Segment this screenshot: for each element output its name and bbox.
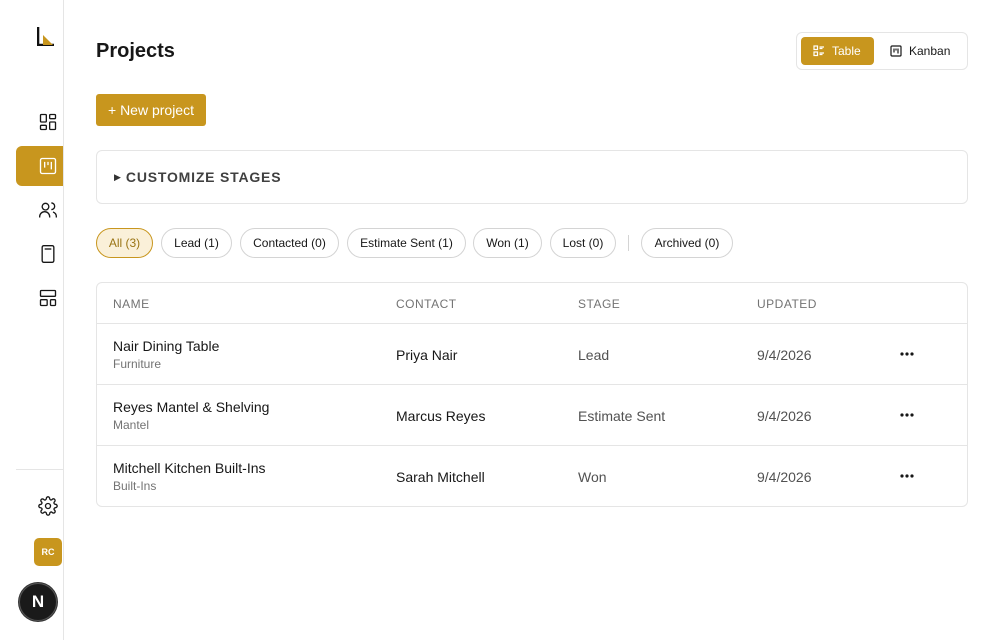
project-name[interactable]: Mitchell Kitchen Built-Ins (113, 460, 266, 476)
users-icon (38, 202, 57, 218)
table-row[interactable]: Nair Dining Table Furniture Priya Nair L… (97, 324, 967, 385)
layout-templates-icon (39, 289, 56, 307)
project-contact: Marcus Reyes (396, 408, 486, 424)
kanban-view-button[interactable]: Kanban (878, 37, 965, 65)
row-actions-button[interactable] (897, 405, 917, 425)
table-header: NAME CONTACT STAGE UPDATED (97, 283, 967, 324)
brand-logo-icon[interactable] (37, 26, 55, 46)
more-horizontal-icon (900, 474, 914, 478)
project-updated: 9/4/2026 (757, 469, 812, 485)
table-row[interactable]: Reyes Mantel & Shelving Mantel Marcus Re… (97, 385, 967, 446)
calculator-icon (41, 245, 54, 263)
filter-chip-contacted[interactable]: Contacted (0) (240, 228, 339, 258)
project-updated: 9/4/2026 (757, 347, 812, 363)
project-category: Furniture (113, 357, 162, 371)
table-row[interactable]: Mitchell Kitchen Built-Ins Built-Ins Sar… (97, 446, 967, 507)
row-actions-button[interactable] (897, 466, 917, 486)
dev-tools-badge[interactable]: N (19, 583, 57, 621)
view-toggle: Table Kanban (796, 32, 968, 70)
sidebar-item-settings[interactable] (16, 486, 63, 526)
project-contact: Priya Nair (396, 347, 458, 363)
customize-stages-toggle[interactable]: ▶ CUSTOMIZE STAGES (96, 150, 968, 204)
column-header-contact[interactable]: CONTACT (396, 297, 457, 311)
page-title: Projects (96, 40, 175, 62)
sidebar-item-templates[interactable] (16, 278, 63, 318)
filter-chip-won[interactable]: Won (1) (473, 228, 542, 258)
sidebar-divider (16, 469, 63, 470)
sidebar-item-dashboard[interactable] (16, 102, 63, 142)
filter-separator (628, 235, 629, 251)
column-header-updated[interactable]: UPDATED (757, 297, 817, 311)
dashboard-icon (39, 113, 56, 131)
column-header-name[interactable]: NAME (113, 297, 150, 311)
filter-chip-estimate-sent[interactable]: Estimate Sent (1) (347, 228, 466, 258)
project-stage: Lead (578, 347, 610, 363)
customize-stages-label: CUSTOMIZE STAGES (125, 169, 282, 185)
table-view-label: Table (832, 44, 861, 58)
new-project-button[interactable]: + New project (96, 94, 206, 126)
user-avatar[interactable]: RC (34, 538, 62, 566)
filter-chip-lead[interactable]: Lead (1) (161, 228, 232, 258)
filter-chip-archived[interactable]: Archived (0) (641, 228, 733, 258)
sidebar-item-projects[interactable] (16, 146, 63, 186)
project-stage: Estimate Sent (578, 408, 666, 424)
project-name[interactable]: Nair Dining Table (113, 338, 219, 354)
table-view-button[interactable]: Table (801, 37, 874, 65)
project-category: Built-Ins (113, 479, 157, 493)
row-actions-button[interactable] (897, 344, 917, 364)
projects-table: NAME CONTACT STAGE UPDATED Nair Dining T… (96, 282, 968, 507)
sidebar-item-contacts[interactable] (16, 190, 63, 230)
project-name[interactable]: Reyes Mantel & Shelving (113, 399, 269, 415)
kanban-view-label: Kanban (909, 44, 951, 58)
table-view-icon (813, 45, 824, 57)
project-category: Mantel (113, 418, 150, 432)
kanban-view-icon (890, 45, 902, 57)
project-stage: Won (578, 469, 607, 485)
project-updated: 9/4/2026 (757, 408, 812, 424)
more-horizontal-icon (900, 352, 914, 356)
kanban-board-icon (39, 157, 56, 175)
gear-icon (37, 496, 58, 516)
more-horizontal-icon (900, 413, 914, 417)
filter-chip-all[interactable]: All (3) (96, 228, 153, 258)
caret-right-icon: ▶ (114, 171, 121, 182)
sidebar: RC N (0, 0, 64, 640)
column-header-stage[interactable]: STAGE (578, 297, 620, 311)
project-contact: Sarah Mitchell (396, 469, 485, 485)
sidebar-item-estimates[interactable] (16, 234, 63, 274)
filter-chip-lost[interactable]: Lost (0) (550, 228, 616, 258)
